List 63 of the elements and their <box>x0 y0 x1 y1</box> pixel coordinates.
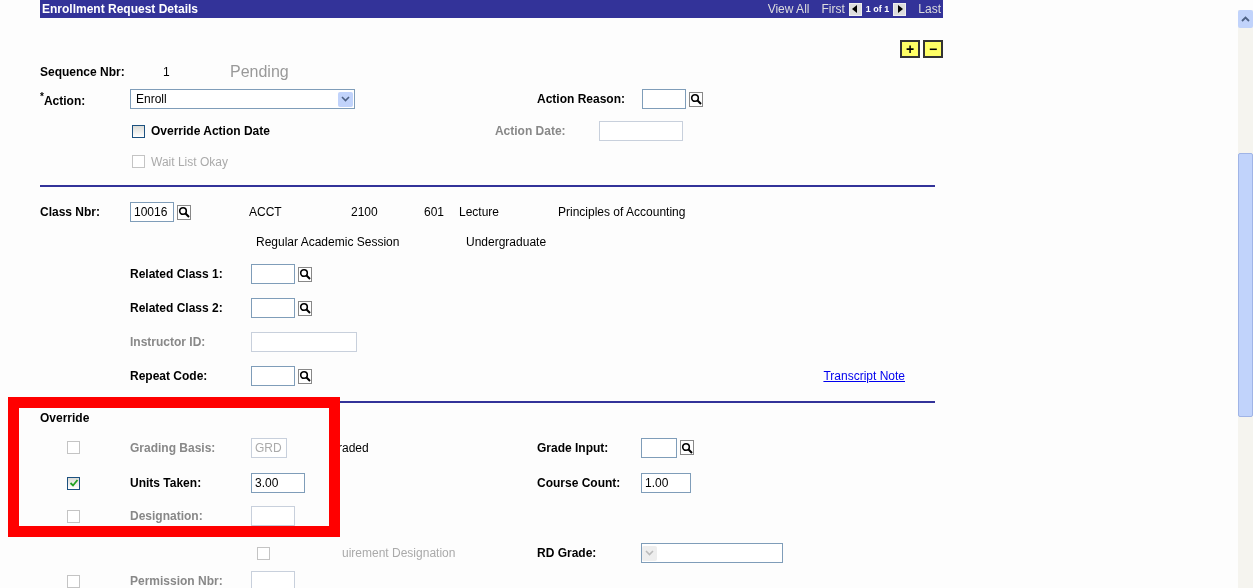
add-row-button[interactable]: + <box>900 40 920 58</box>
input-field[interactable] <box>251 366 295 386</box>
field-label: Course Count: <box>537 476 622 490</box>
delete-row-button[interactable]: − <box>923 40 943 58</box>
checkbox-label: Wait List Okay <box>151 154 228 169</box>
checkbox[interactable] <box>67 476 80 490</box>
input-field[interactable] <box>251 506 295 526</box>
column-heading: Override <box>40 411 90 425</box>
view-all-link[interactable]: View All <box>767 2 810 16</box>
field-label: RD Grade: <box>537 546 598 560</box>
first-link[interactable]: First <box>821 2 845 16</box>
search-icon[interactable] <box>177 204 191 220</box>
input-field[interactable] <box>251 298 295 318</box>
checkbox-label: uirement Designation <box>342 546 456 560</box>
scrollbar[interactable] <box>1238 10 1253 588</box>
field-label: Grade Input: <box>537 440 610 455</box>
field-label: Units Taken: <box>130 476 203 490</box>
caret-icon[interactable] <box>338 91 353 107</box>
input-field[interactable]: 10016 <box>130 202 174 222</box>
input-field[interactable] <box>641 437 677 458</box>
status-text: Pending <box>230 63 289 81</box>
input-field[interactable] <box>251 571 295 588</box>
field-label: Sequence Nbr: <box>40 65 126 79</box>
input-field[interactable]: 1.00 <box>641 473 691 493</box>
class-detail: Lecture <box>459 205 501 219</box>
next-icon[interactable] <box>893 2 907 16</box>
field-label: Grading Basis: <box>130 440 217 455</box>
scroll-up-icon[interactable] <box>1238 10 1253 28</box>
class-detail: 2100 <box>351 205 379 219</box>
input-field[interactable] <box>642 89 686 109</box>
input-field[interactable]: 3.00 <box>251 473 305 493</box>
class-detail: 601 <box>424 205 446 219</box>
field-label: Action Date: <box>494 124 567 138</box>
previous-icon[interactable] <box>848 2 862 16</box>
search-icon[interactable] <box>680 440 694 455</box>
search-icon[interactable] <box>689 91 703 107</box>
class-detail: Undergraduate <box>466 235 548 249</box>
field-label: Instructor ID: <box>130 335 207 349</box>
checkbox-label: Override Action Date <box>151 124 270 138</box>
page-count: 1 of 1 <box>865 4 890 14</box>
field-label: Action Reason: <box>537 92 626 106</box>
class-detail: Regular Academic Session <box>256 235 401 249</box>
search-icon[interactable] <box>298 300 312 316</box>
input-field[interactable] <box>251 264 295 284</box>
field-label: Related Class 1: <box>130 267 224 281</box>
transcript-note-link[interactable]: Transcript Note <box>823 369 905 383</box>
checkbox[interactable] <box>132 124 145 138</box>
class-detail: Principles of Accounting <box>558 205 687 219</box>
last-link[interactable]: Last <box>918 2 941 16</box>
search-icon[interactable] <box>298 368 312 384</box>
scroll-thumb[interactable] <box>1238 153 1253 417</box>
action-dropdown[interactable]: Enroll <box>130 89 355 109</box>
field-label: Related Class 2: <box>130 301 224 315</box>
section-title: Enrollment Request Details <box>42 2 199 16</box>
field-label: Class Nbr: <box>40 205 102 219</box>
field-label: $^{*}$Action: <box>40 90 87 108</box>
class-detail: ACCT <box>249 205 283 219</box>
field-value: 1 <box>163 65 171 79</box>
field-label: Repeat Code: <box>130 369 209 383</box>
search-icon[interactable] <box>298 266 312 282</box>
field-label: Permission Nbr: <box>130 574 224 588</box>
field-label: Designation: <box>130 509 204 523</box>
input-field[interactable] <box>598 121 683 141</box>
